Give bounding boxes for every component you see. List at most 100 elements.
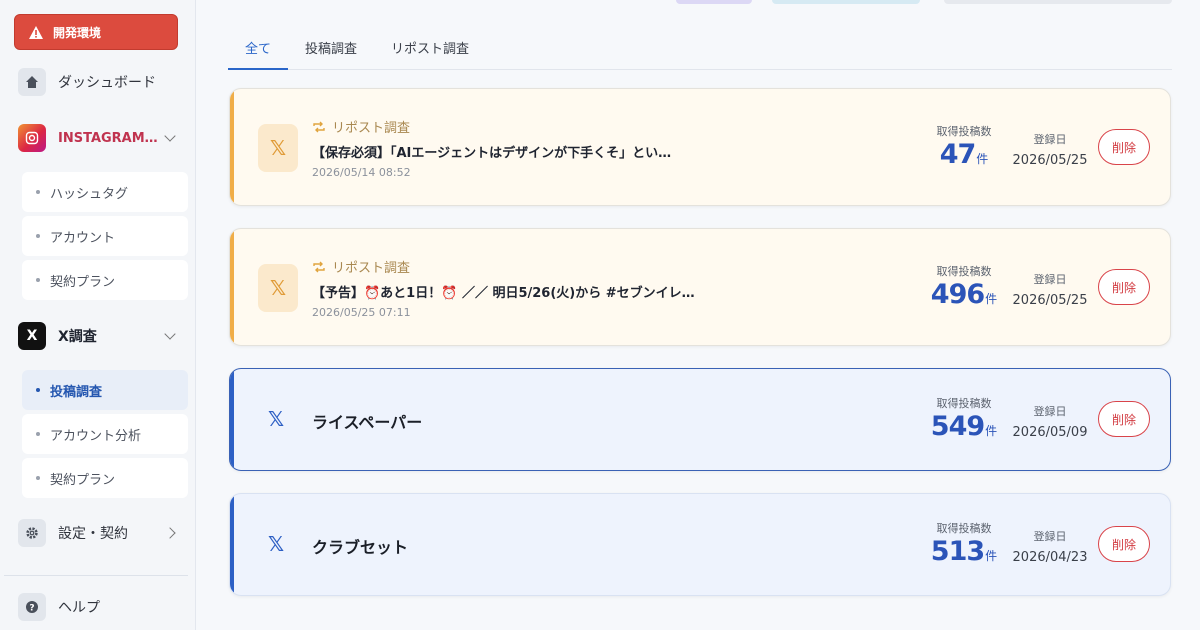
delete-button[interactable]: 削除 (1098, 129, 1150, 165)
post-count: 取得投稿数 47件 (930, 123, 998, 170)
nav-help[interactable]: ? ヘルプ (18, 589, 188, 625)
card-type-label: リポスト調査 (312, 117, 410, 136)
registered-date: 登録日 2026/05/25 (1010, 271, 1090, 308)
sidebar-item-label: アカウント分析 (50, 428, 142, 444)
count-unit: 件 (985, 424, 998, 438)
tab-repost-research[interactable]: リポスト調査 (374, 36, 486, 70)
sidebar-item-label: 契約プラン (50, 472, 116, 488)
research-card[interactable]: 𝕏 リポスト調査 【予告】⏰あと1日！⏰ ／／ 明日5/26(火)から #セブン… (229, 228, 1171, 346)
x-logo-icon: 𝕏 (258, 264, 298, 312)
count-unit: 件 (985, 549, 998, 563)
header-shadow-element (944, 0, 1172, 4)
sidebar-divider (4, 575, 188, 576)
sidebar-item-post-research[interactable]: 投稿調査 (22, 370, 188, 410)
nav-dashboard[interactable]: ダッシュボード (18, 64, 188, 100)
research-card[interactable]: 𝕏 ライスペーパー 取得投稿数 549件 登録日 2026/05/09 削除 (229, 368, 1171, 471)
bullet (36, 190, 40, 194)
x-logo-icon: 𝕏 (268, 407, 285, 431)
post-count: 取得投稿数 549件 (930, 395, 998, 442)
count-value: 496 (930, 279, 985, 310)
count-unit: 件 (976, 152, 989, 166)
research-card[interactable]: 𝕏 リポスト調査 【保存必須】「AIエージェントはデザインが下手くそ」とい… 2… (229, 88, 1171, 206)
count-unit: 件 (985, 292, 998, 306)
environment-badge-label: 開発環境 (53, 25, 102, 40)
account-name: ライスペーパー (312, 413, 423, 432)
registered-value: 2026/05/09 (1012, 425, 1088, 440)
help-icon: ? (18, 593, 46, 621)
registered-value: 2026/05/25 (1012, 293, 1088, 308)
bullet (36, 388, 40, 392)
sidebar-item-label: アカウント (50, 230, 116, 246)
nav-dashboard-label: ダッシュボード (58, 75, 156, 91)
registered-label: 登録日 (1033, 273, 1067, 286)
sidebar-item-account-analysis[interactable]: アカウント分析 (22, 414, 188, 454)
instagram-icon (18, 124, 46, 152)
nav-instagram-label: INSTAGRAM… (58, 130, 158, 146)
nav-help-label: ヘルプ (58, 600, 100, 616)
registered-date: 登録日 2026/05/25 (1010, 131, 1090, 168)
count-label: 取得投稿数 (936, 125, 992, 138)
registered-value: 2026/04/23 (1012, 550, 1088, 565)
nav-x-research[interactable]: X X調査 (18, 318, 188, 354)
nav-x-research-label: X調査 (58, 329, 97, 345)
sidebar-item-plan[interactable]: 契約プラン (22, 458, 188, 498)
delete-button[interactable]: 削除 (1098, 401, 1150, 437)
registered-label: 登録日 (1033, 530, 1067, 543)
nav-instagram[interactable]: INSTAGRAM… (18, 120, 188, 156)
header-shadow-element (772, 0, 920, 4)
nav-settings-label: 設定・契約 (58, 526, 128, 542)
registered-value: 2026/05/25 (1012, 153, 1088, 168)
delete-button[interactable]: 削除 (1098, 526, 1150, 562)
card-type-text: リポスト調査 (332, 261, 411, 276)
tab-post-research[interactable]: 投稿調査 (288, 36, 374, 70)
registered-date: 登録日 2026/04/23 (1010, 528, 1090, 565)
bullet (36, 278, 40, 282)
sidebar-item-label: 契約プラン (50, 274, 116, 290)
home-icon (18, 68, 46, 96)
post-count: 取得投稿数 496件 (930, 263, 998, 310)
sidebar-item-account[interactable]: アカウント (22, 216, 188, 256)
chevron-down-icon[interactable] (164, 130, 176, 142)
bullet (36, 234, 40, 238)
chevron-down-icon[interactable] (164, 328, 176, 340)
repost-icon (313, 261, 325, 272)
header-shadow-element (676, 0, 752, 4)
card-type-label: リポスト調査 (312, 257, 410, 276)
bullet (36, 476, 40, 480)
registered-label: 登録日 (1033, 405, 1067, 418)
registered-date: 登録日 2026/05/09 (1010, 403, 1090, 440)
post-date: 2026/05/14 08:52 (312, 166, 411, 179)
account-name: クラブセット (312, 538, 409, 557)
sidebar-item-hashtag[interactable]: ハッシュタグ (22, 172, 188, 212)
sidebar-item-label: 投稿調査 (50, 384, 103, 400)
x-logo-icon: 𝕏 (258, 124, 298, 172)
post-date: 2026/05/25 07:11 (312, 306, 411, 319)
tab-all[interactable]: 全て (228, 36, 289, 70)
repost-icon (313, 121, 325, 132)
count-value: 549 (930, 411, 985, 442)
post-count: 取得投稿数 513件 (930, 520, 998, 567)
count-label: 取得投稿数 (936, 522, 992, 535)
count-label: 取得投稿数 (936, 397, 992, 410)
chevron-right-icon[interactable] (164, 527, 176, 539)
environment-badge: 開発環境 (14, 14, 178, 50)
count-label: 取得投稿数 (936, 265, 992, 278)
nav-settings[interactable]: 設定・契約 (18, 515, 188, 551)
research-card[interactable]: 𝕏 クラブセット 取得投稿数 513件 登録日 2026/04/23 削除 (229, 493, 1171, 596)
post-title: 【予告】⏰あと1日！⏰ ／／ 明日5/26(火)から #セブンイレ… (312, 286, 695, 301)
count-value: 47 (939, 139, 977, 170)
sidebar-item-label: ハッシュタグ (50, 186, 129, 202)
x-logo-icon: X (18, 322, 46, 350)
count-value: 513 (930, 536, 985, 567)
post-title: 【保存必須】「AIエージェントはデザインが下手くそ」とい… (312, 146, 672, 161)
gear-icon (18, 519, 46, 547)
bullet (36, 432, 40, 436)
delete-button[interactable]: 削除 (1098, 269, 1150, 305)
filter-tabs: 全て 投稿調査 リポスト調査 (228, 36, 1172, 70)
warning-icon (29, 25, 43, 39)
svg-text:?: ? (29, 604, 34, 614)
registered-label: 登録日 (1033, 133, 1067, 146)
card-type-text: リポスト調査 (332, 121, 411, 136)
sidebar-item-plan[interactable]: 契約プラン (22, 260, 188, 300)
sidebar: 開発環境 ダッシュボード INSTAGRAM… ハッシュタグ アカウント 契約プ… (0, 0, 196, 630)
